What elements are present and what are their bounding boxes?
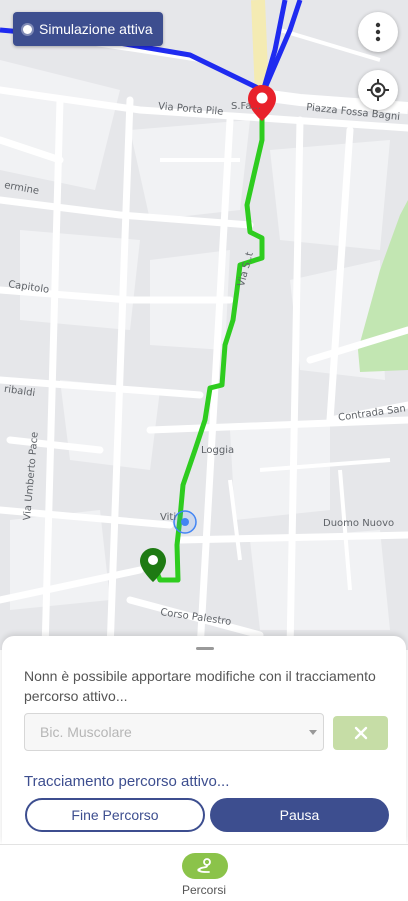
map-view[interactable]: Via Porta Pile Piazza Fossa Bagni Contra… xyxy=(0,0,408,650)
close-icon xyxy=(354,726,367,740)
more-vertical-icon xyxy=(375,22,381,42)
sheet-drag-handle[interactable] xyxy=(196,647,214,650)
more-options-button[interactable] xyxy=(358,12,398,52)
map-label: Loggia xyxy=(201,445,235,456)
tracking-status: Tracciamento percorso attivo... xyxy=(24,773,230,790)
simulation-active-chip[interactable]: Simulazione attiva xyxy=(13,12,163,46)
nav-item-label: Percorsi xyxy=(181,883,226,897)
route-icon xyxy=(197,858,211,873)
pause-button[interactable]: Pausa xyxy=(210,798,389,832)
my-location-button[interactable] xyxy=(358,70,398,110)
vehicle-select-value: Bic. Muscolare xyxy=(40,724,132,740)
map-label: Duomo Nuovo xyxy=(323,518,395,529)
record-dot-icon xyxy=(23,24,32,34)
origin-pin-icon[interactable] xyxy=(140,548,166,582)
crosshair-icon xyxy=(367,79,389,101)
nav-item-percorsi[interactable] xyxy=(182,853,228,879)
end-route-button[interactable]: Fine Percorso xyxy=(25,798,205,832)
tracking-notice: Nonn è possibile apportare modifiche con… xyxy=(24,668,376,704)
clear-button[interactable] xyxy=(333,716,388,750)
bottom-sheet: Nonn è possibile apportare modifiche con… xyxy=(2,636,406,844)
map-label: Viti xyxy=(160,512,177,523)
map-label: S.Fa... xyxy=(231,101,262,112)
simulation-chip-label: Simulazione attiva xyxy=(39,21,153,37)
dropdown-arrow-icon xyxy=(309,730,317,735)
bottom-navigation: Percorsi xyxy=(0,844,408,901)
map-canvas[interactable] xyxy=(0,0,408,650)
vehicle-select[interactable]: Bic. Muscolare xyxy=(24,713,324,751)
